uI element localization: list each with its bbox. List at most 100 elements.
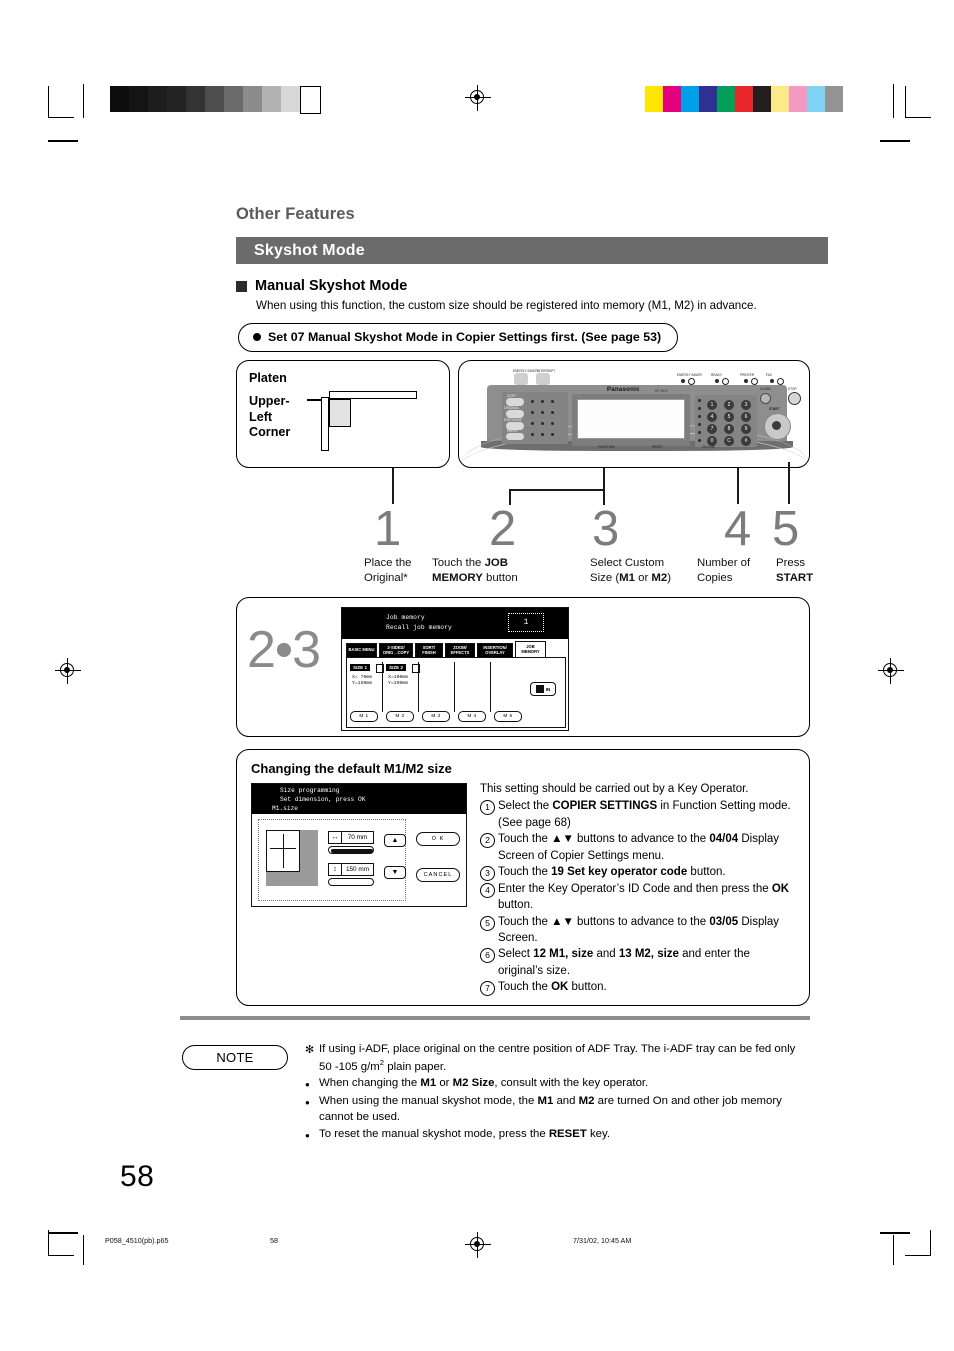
keypad-side-led-3	[698, 423, 701, 426]
lcd-tab-sort-finish[interactable]: SORT/FINISH	[415, 643, 443, 658]
width-slider[interactable]	[328, 846, 374, 854]
lcd-cell-separator-3	[454, 662, 455, 712]
width-icon: ↔	[331, 834, 339, 841]
lcd-tab-line2: MEMORY	[521, 648, 540, 654]
lcd-tab-zoom-effects[interactable]: ZOOM/EFFECTS	[445, 643, 475, 658]
note-bullet-icon: ●	[305, 1130, 310, 1140]
keypad-key-6[interactable]: 6	[741, 412, 751, 422]
circled-number-4: 4	[480, 882, 495, 898]
keypad-key-#[interactable]: #	[741, 436, 751, 446]
touchscreen-display[interactable]	[577, 399, 685, 439]
keypad-key-1[interactable]: 1	[707, 400, 717, 410]
keypad-side-led-1	[698, 407, 701, 410]
lcd-cell-separator-1	[382, 662, 383, 712]
size-ok-button[interactable]: O K	[416, 832, 460, 846]
bullet-dot-icon	[253, 333, 261, 341]
instruction-item-2: 2 Touch the ▲▼ buttons to advance to the …	[480, 831, 796, 864]
keypad-side-led-5	[698, 439, 701, 442]
gray-patch-3	[167, 86, 186, 112]
brand-model-label: DP-4510	[655, 389, 668, 393]
height-field[interactable]: ↕ 150 mm	[328, 863, 374, 876]
note-text: When changing the M1 or M2 Size, consult…	[319, 1077, 649, 1090]
keypad-key-9[interactable]: 9	[741, 424, 751, 434]
job-memory-button-m2[interactable]: M 2	[386, 711, 414, 722]
color-patch-2	[681, 86, 699, 112]
color-patch-7	[771, 86, 789, 112]
sp-line2: Set dimension, press OK	[280, 796, 366, 803]
keypad-key-3[interactable]: 3	[741, 400, 751, 410]
energy-saver-button[interactable]	[514, 373, 528, 385]
copy-mode-button[interactable]	[506, 398, 524, 406]
registration-mark-right	[878, 658, 904, 684]
gray-patch-1	[129, 86, 148, 112]
status-ring-3	[777, 378, 784, 385]
job-memory-button-m3[interactable]: M 3	[422, 711, 450, 722]
interrupt-button[interactable]	[536, 373, 550, 385]
mode-led-8	[541, 400, 544, 403]
copy-mode-label: COPY	[507, 394, 517, 398]
lcd-tab-2-sided-orig-copy[interactable]: 2-SIDED/ORIG→COPY	[379, 643, 413, 658]
platen-top-edge	[329, 391, 417, 399]
lcd-size-values-1: X= 70mm Y=150mm	[352, 675, 372, 688]
note-text: If using i-ADF, place original on the ce…	[319, 1043, 796, 1073]
decrease-arrow-button[interactable]: ▼	[384, 866, 406, 879]
gray-patch-7	[243, 86, 262, 112]
mode-led-6	[531, 433, 534, 436]
keypad-key-7[interactable]: 7	[707, 424, 717, 434]
status-led-3	[770, 379, 774, 383]
width-field[interactable]: ↔ 70 mm	[328, 831, 374, 844]
mode-led-1	[551, 400, 554, 403]
keypad-key-2[interactable]: 2	[724, 400, 734, 410]
lcd-y-value: Y=150mm	[352, 681, 373, 687]
copy-counter-display: 1	[508, 613, 544, 632]
size-cancel-button[interactable]: CANCEL	[416, 868, 460, 882]
gray-patch-4	[186, 86, 205, 112]
keypad-key-8[interactable]: 8	[724, 424, 734, 434]
circled-number-5: 5	[480, 915, 495, 931]
color-patch-6	[753, 86, 771, 112]
platen-figure: Platen Upper- Left Corner	[236, 360, 450, 468]
clear-button[interactable]	[760, 393, 771, 404]
instruction-text: Touch the 19 Set key operator code butto…	[498, 866, 726, 879]
job-memory-figure: 2•3 Job memory Recall job memory 1 BASIC…	[236, 597, 810, 737]
job-memory-in-button[interactable]: IN	[530, 682, 556, 696]
mode-led-9	[541, 411, 544, 414]
job-memory-button-m4[interactable]: M 4	[458, 711, 486, 722]
color-patch-8	[789, 86, 807, 112]
color-patch-4	[717, 86, 735, 112]
circled-number-3: 3	[480, 866, 495, 882]
original-mode-button[interactable]	[506, 410, 524, 418]
instruction-item-4: 4 Enter the Key Operator’s ID Code and th…	[480, 881, 796, 914]
step-caption-5: Press START	[776, 557, 814, 584]
keypad-side-led-0	[698, 399, 701, 402]
keypad-key-C[interactable]: C	[724, 436, 734, 446]
lcd-tab-jobmemory[interactable]: JOB MEMORY	[515, 641, 546, 658]
mode-led-5	[551, 422, 554, 425]
sp-preview-height-arrow-icon	[283, 834, 284, 868]
control-panel-figure: Panasonic DP-4510 ENERGY SAVER INTERRUPT…	[458, 360, 810, 468]
footer-page: 58	[270, 1236, 278, 1245]
instruction-text: Enter the Key Operator’s ID Code and the…	[498, 882, 790, 912]
stop-button[interactable]	[788, 392, 801, 405]
job-memory-button-m5[interactable]: M 5	[494, 711, 522, 722]
status-ring-0	[688, 378, 695, 385]
lcd-tab-insertion-overlay[interactable]: INSERTION/OVERLAY	[477, 643, 513, 658]
keypad-key-4[interactable]: 4	[707, 412, 717, 422]
paper-mode-button[interactable]	[506, 433, 524, 440]
job-memory-button-m1[interactable]: M 1	[350, 711, 378, 722]
keypad-key-5[interactable]: 5	[724, 412, 734, 422]
note-badge: NOTE	[182, 1045, 288, 1070]
mode-led-10	[541, 422, 544, 425]
increase-arrow-button[interactable]: ▲	[384, 834, 406, 847]
lcd-tab-line2: FINISH	[422, 649, 436, 655]
lcd-tab-basic-menu[interactable]: BASIC MENU	[346, 643, 377, 658]
note-bullet-icon: ●	[305, 1098, 310, 1108]
status-led-0	[681, 379, 685, 383]
note-text: To reset the manual skyshot mode, press …	[319, 1127, 611, 1140]
note-divider	[180, 1016, 810, 1020]
gray-patch-5	[205, 86, 224, 112]
lcd-y-value: Y=200mm	[388, 681, 409, 687]
exposure-mode-label: EXPOSURE	[504, 418, 522, 422]
instruction-item-1: 1 Select the COPIER SETTINGS in Function …	[480, 798, 796, 831]
height-slider[interactable]	[328, 878, 374, 886]
